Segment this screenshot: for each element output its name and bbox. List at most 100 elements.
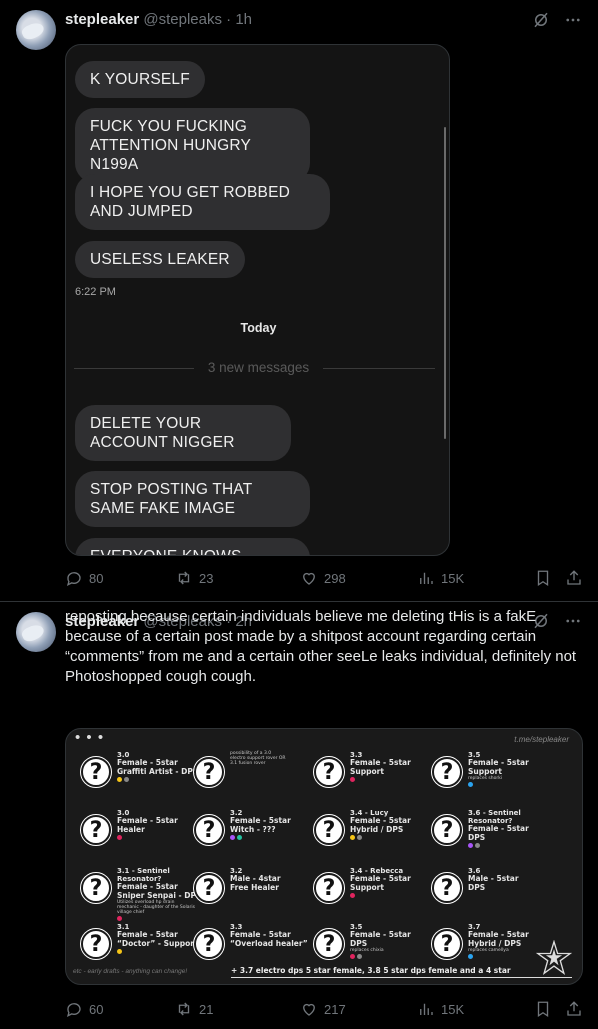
repost-count: 21	[199, 1001, 214, 1017]
element-dot-icon	[357, 835, 362, 840]
cell-description: Female - 5star Support	[350, 874, 411, 892]
leak-character-cell: ? 3.2 Female - 5star Witch - ???	[193, 809, 312, 853]
views-button[interactable]: 15K	[417, 569, 464, 587]
views-icon	[420, 572, 433, 584]
element-dots	[117, 949, 205, 954]
leak-character-cell: ? 3.1 Female - 5star “Doctor” - Support	[80, 923, 199, 967]
leak-character-cell: ? 3.5 Female - 5star Support replaces shork…	[431, 751, 550, 795]
cell-description: Female - 5star “Doctor” - Support	[117, 930, 198, 948]
cell-note: Utilizes overload hp drain mechanic - da…	[117, 900, 195, 915]
cell-text: 3.3 Female - 5star “Overload healer”	[230, 923, 318, 948]
like-count: 217	[324, 1001, 346, 1017]
element-dots	[350, 777, 438, 782]
cell-description: Male - 4star Free Healer	[230, 874, 281, 892]
avatar[interactable]	[16, 10, 56, 50]
leak-character-cell: ? 3.7 Female - 5star Hybrid / DPS replaces …	[431, 923, 550, 967]
repost-icon	[178, 1002, 190, 1016]
cell-description: Female - 5star Hybrid / DPS	[350, 816, 411, 834]
cell-text: 3.4 - Lucy Female - 5star Hybrid / DPS	[350, 809, 438, 840]
more-icon[interactable]	[564, 11, 582, 29]
question-mark-icon: ?	[313, 872, 345, 904]
cell-version: 3.1 - Sentinel Resonator?	[117, 867, 170, 883]
message-bubble: STOP POSTING THAT SAME FAKE IMAGE	[75, 471, 310, 527]
divider-line	[323, 368, 435, 369]
question-mark-icon: ?	[193, 814, 225, 846]
like-icon	[303, 1003, 315, 1016]
image-dots: • • •	[75, 729, 105, 746]
cell-description: Female - 5star Support	[468, 758, 529, 776]
element-dot-icon	[468, 954, 473, 959]
element-dot-icon	[230, 835, 235, 840]
leak-character-cell: ? 3.0 Female - 5star Graffiti Artist - DPS	[80, 751, 199, 795]
cell-text: 3.4 - Rebecca Female - 5star Support	[350, 867, 438, 898]
reply-button[interactable]: 60	[65, 1000, 103, 1018]
like-icon	[303, 572, 315, 585]
share-icon	[567, 1001, 581, 1016]
grok-icon[interactable]	[532, 11, 550, 29]
bookmark-button[interactable]	[534, 1000, 552, 1018]
avatar[interactable]	[16, 612, 56, 652]
message-bubble: I HOPE YOU GET ROBBED AND JUMPED	[75, 174, 330, 230]
handle[interactable]: @stepleaks	[143, 11, 222, 28]
leak-character-cell: ? 3.0 Female - 5star Healer	[80, 809, 199, 853]
cell-description: Female - 5star Sniper Senpai - DPS	[117, 882, 202, 900]
cell-text: 3.2 Female - 5star Witch - ???	[230, 809, 318, 840]
cell-description: Female - 5star DPS	[468, 824, 529, 842]
element-dot-icon	[117, 949, 122, 954]
day-divider: Today	[240, 321, 277, 335]
like-button[interactable]: 217	[300, 1000, 346, 1018]
cell-text: 3.1 Female - 5star “Doctor” - Support	[117, 923, 205, 954]
cell-text: 3.0 Female - 5star Graffiti Artist - DPS	[117, 751, 205, 782]
element-dot-icon	[117, 835, 122, 840]
watermark: t.me/stepleaker	[514, 735, 569, 744]
bookmark-button[interactable]	[534, 569, 552, 587]
element-dots	[117, 777, 205, 782]
reply-icon	[66, 572, 81, 587]
scrollbar[interactable]	[444, 127, 446, 439]
element-dot-icon	[350, 777, 355, 782]
question-mark-icon: ?	[313, 756, 345, 788]
cell-note: replaces shorki	[468, 776, 503, 781]
cell-note: possibility of a 3.0 electro support rov…	[230, 751, 286, 766]
reply-button[interactable]: 80	[65, 569, 103, 587]
cell-text: 3.6 Male - 5star DPS	[468, 867, 556, 892]
element-dot-icon	[350, 893, 355, 898]
element-dot-icon	[350, 835, 355, 840]
cell-description: Female - 5star “Overload healer”	[230, 930, 308, 948]
message-bubble: FUCK YOU FUCKING ATTENTION HUNGRY N199A	[75, 108, 310, 183]
tweet-header: stepleaker @stepleaks · 1h	[65, 11, 252, 29]
reply-icon	[66, 1003, 81, 1018]
cell-description: Female - 5star Support	[350, 758, 411, 776]
leak-character-cell: ? 3.2 Male - 4star Free Healer	[193, 867, 312, 911]
repost-button[interactable]: 21	[175, 1000, 213, 1018]
question-mark-icon: ?	[313, 814, 345, 846]
message-time: 6:22 PM	[75, 286, 116, 298]
cell-text: 3.0 Female - 5star Healer	[117, 809, 205, 840]
bookmark-icon	[537, 570, 549, 587]
element-dots	[350, 893, 438, 898]
repost-count: 23	[199, 570, 214, 586]
action-bar: 60 21 217 15K	[65, 999, 585, 1019]
cell-description: Female - 5star Witch - ???	[230, 816, 291, 834]
tweet[interactable]: stepleaker @stepleaks · 1h K YOURSELF FU…	[0, 0, 598, 601]
action-bar: 80 23 298 15K	[65, 568, 585, 588]
views-button[interactable]: 15K	[417, 1000, 464, 1018]
leak-chart-image[interactable]: • • • t.me/stepleaker ? 3.0 Female - 5star…	[65, 728, 583, 985]
like-button[interactable]: 298	[300, 569, 346, 587]
display-name[interactable]: stepleaker	[65, 11, 139, 28]
repost-button[interactable]: 23	[175, 569, 213, 587]
cell-text: 3.5 Female - 5star DPS replaces chixia	[350, 923, 438, 959]
cell-text: 3.3 Female - 5star Support	[350, 751, 438, 782]
leak-character-cell: ? 3.6 Male - 5star DPS	[431, 867, 550, 911]
question-mark-icon: ?	[431, 814, 463, 846]
question-mark-icon: ?	[80, 872, 112, 904]
timestamp[interactable]: · 1h	[226, 11, 252, 28]
share-button[interactable]	[565, 1000, 583, 1018]
share-button[interactable]	[565, 569, 583, 587]
dm-screenshot-image[interactable]: K YOURSELF FUCK YOU FUCKING ATTENTION HU…	[65, 44, 450, 556]
message-bubble: DELETE YOUR ACCOUNT NIGGER	[75, 405, 291, 461]
image-footer-text: + 3.7 electro dps 5 star female, 3.8 5 s…	[231, 966, 511, 975]
element-dot-icon	[117, 916, 122, 921]
views-icon	[420, 1003, 433, 1015]
leak-character-cell: ? 3.6 - Sentinel Resonator? Female - 5star…	[431, 809, 550, 853]
